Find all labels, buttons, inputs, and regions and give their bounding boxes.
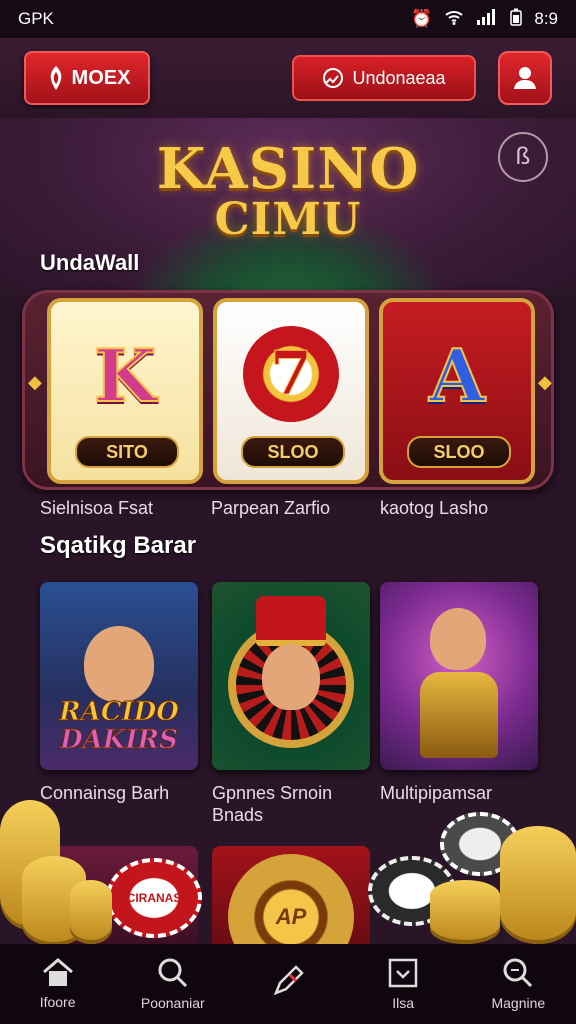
battery-icon <box>510 8 523 31</box>
clock-text: 8:9 <box>534 9 558 28</box>
character-portrait <box>430 608 486 670</box>
status-bar: GPK ⏰ 8:9 <box>0 0 576 38</box>
box-icon <box>388 958 418 988</box>
status-icons: ⏰ 8:9 <box>411 8 558 31</box>
nav-label: Ilsa <box>392 995 415 1011</box>
slot-caption[interactable]: Parpean Zarfio <box>211 498 330 519</box>
game-caption-line1: Gpnnes Srnoin <box>212 783 333 803</box>
section-title-slots: UndaWall <box>40 250 140 275</box>
magnifier-icon <box>503 958 533 988</box>
language-label: Undonaeaa <box>352 67 446 88</box>
nav-label: Poonaniar <box>140 995 205 1011</box>
gold-armor-image <box>420 672 498 758</box>
roulette-text: AP <box>275 904 307 929</box>
pen-icon <box>273 965 304 996</box>
search-icon <box>158 958 187 988</box>
hero-title-line1: KASINO <box>156 136 420 202</box>
profile-button[interactable] <box>498 51 552 105</box>
nav-edit[interactable] <box>238 965 338 1003</box>
nav-home[interactable]: Ifoore <box>8 958 108 1010</box>
bottom-navigation: Ifoore Poonaniar Ilsa Magnine <box>0 944 576 1024</box>
reel-slot-2[interactable]: 7 SLOO <box>213 298 369 484</box>
app-header: MOEX Undonaeaa <box>0 38 576 118</box>
game-caption-line2: Bnads <box>212 805 264 825</box>
nav-magnifier[interactable]: Magnine <box>468 957 568 1011</box>
game-caption[interactable]: Connainsg Barh <box>40 782 169 804</box>
home-icon <box>42 958 73 986</box>
reel-slot-1[interactable]: K SITO <box>47 298 203 484</box>
signal-icon <box>476 8 498 30</box>
game-logo-line2: DAKIRS <box>60 725 179 755</box>
nav-label: Ifoore <box>39 994 76 1010</box>
hero-title-line2: CIMU <box>214 194 362 245</box>
chip-text: CIRANAS <box>126 891 182 905</box>
game-caption[interactable]: Gpnnes Srnoin Bnads <box>212 782 332 826</box>
rewards-icon[interactable]: ß <box>498 132 548 182</box>
wifi-icon <box>444 9 464 30</box>
slot-caption[interactable]: Sielnisoa Fsat <box>40 498 153 519</box>
casino-logo-icon <box>50 66 61 90</box>
logo-button[interactable]: MOEX <box>24 51 150 105</box>
chevron-left-icon[interactable]: ◆ <box>28 372 42 393</box>
game-logo: RACIDO DAKIRS <box>40 697 198 755</box>
casino-chip-image: CIRANAS <box>106 858 202 938</box>
reel-symbol: 7 <box>243 326 339 422</box>
section-title-games: Sqatikg Barar <box>40 532 197 559</box>
user-icon <box>514 67 536 89</box>
reel-slot-3[interactable]: A SLOO <box>379 298 535 484</box>
nav-search[interactable]: Poonaniar <box>123 957 223 1011</box>
nav-box[interactable]: Ilsa <box>353 957 453 1011</box>
reel-badge: SLOO <box>241 436 345 468</box>
top-hat-image <box>256 596 326 646</box>
globe-icon <box>323 68 344 88</box>
character-portrait <box>84 626 154 702</box>
game-caption[interactable]: Multipipamsar <box>380 782 492 804</box>
alarm-icon: ⏰ <box>411 9 433 28</box>
carrier-label: GPK <box>18 9 54 28</box>
character-portrait <box>262 644 320 710</box>
chevron-right-icon[interactable]: ◆ <box>538 372 552 393</box>
promo-card-roulette[interactable]: AP <box>212 846 370 980</box>
logo-text: MOEX <box>71 66 131 89</box>
reel-badge: SLOO <box>407 436 511 468</box>
nav-label: Magnine <box>491 995 546 1011</box>
reel-symbol: A <box>428 333 486 418</box>
reel-badge: SITO <box>75 436 179 468</box>
game-card-1[interactable]: RACIDO DAKIRS <box>40 582 198 770</box>
reel-symbol: K <box>93 333 158 418</box>
slot-caption[interactable]: kaotog Lasho <box>380 498 488 519</box>
game-card-3[interactable] <box>380 582 538 770</box>
game-logo-line1: RACIDO <box>59 697 180 727</box>
game-card-2[interactable] <box>212 582 370 770</box>
language-selector[interactable]: Undonaeaa <box>292 55 476 101</box>
